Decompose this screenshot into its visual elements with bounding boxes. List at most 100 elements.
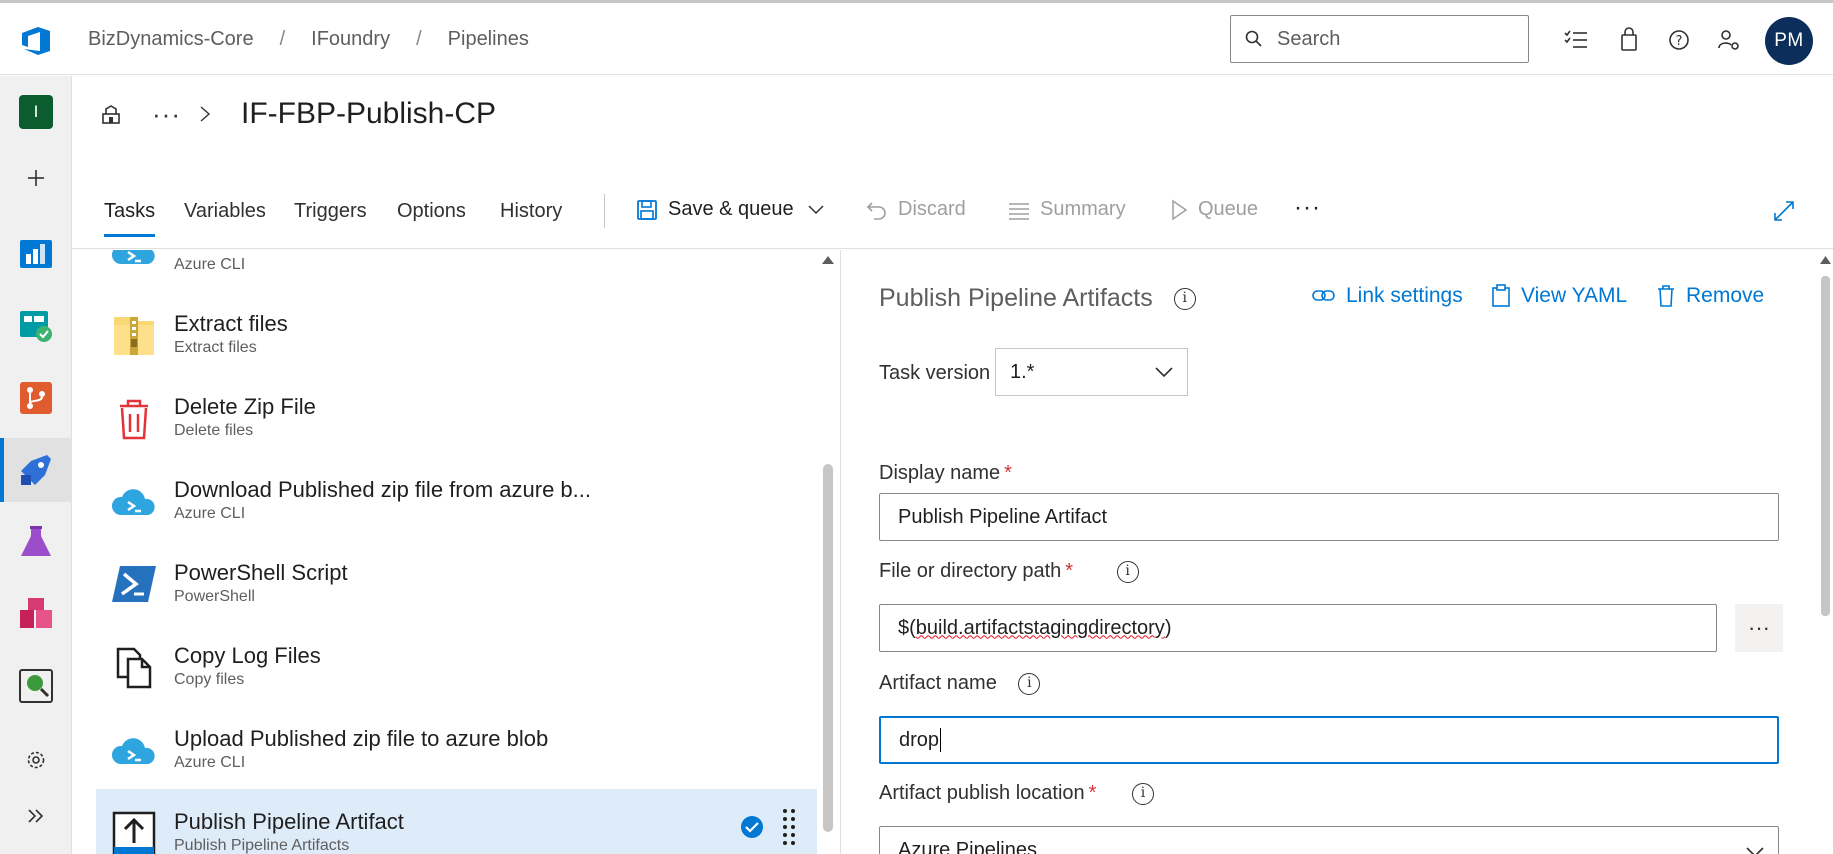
breadcrumb: BizDynamics-Core / IFoundry / Pipelines xyxy=(88,28,529,51)
queue-button[interactable]: Queue xyxy=(1170,198,1258,221)
browse-path-button[interactable]: ··· xyxy=(1735,604,1783,652)
info-icon[interactable]: i xyxy=(1132,782,1155,805)
task-list-scroll-thumb[interactable] xyxy=(823,464,833,832)
tab-tasks[interactable]: Tasks xyxy=(104,200,156,237)
breadcrumb-pipelines[interactable]: Pipelines xyxy=(448,28,529,51)
azure-cli-icon xyxy=(112,250,155,264)
task-item-delete-zip-file[interactable]: Delete Zip File Delete files xyxy=(96,374,817,457)
trash-icon xyxy=(120,399,148,440)
drag-handle-icon[interactable] xyxy=(782,807,796,851)
file-path-body: build.artifactstagingdirectory xyxy=(915,616,1165,639)
artifact-name-input[interactable]: drop xyxy=(879,716,1779,764)
task-item-azure-cli-partial[interactable]: Azure CLI xyxy=(96,250,817,291)
info-icon[interactable]: i xyxy=(1173,288,1196,311)
tab-history[interactable]: History xyxy=(500,200,562,223)
toolbar-more-button[interactable]: ··· xyxy=(1294,194,1321,222)
clipboard-icon xyxy=(1492,284,1510,307)
display-name-label-text: Display name xyxy=(879,462,1001,484)
task-item-powershell-script[interactable]: PowerShell Script PowerShell xyxy=(96,540,817,623)
tab-variables[interactable]: Variables xyxy=(184,200,266,223)
scroll-up-arrow-icon[interactable] xyxy=(1820,256,1831,264)
svg-text:?: ? xyxy=(1676,34,1683,49)
publish-location-label: Artifact publish location * i xyxy=(879,782,1155,805)
task-version-label: Task version xyxy=(879,362,991,384)
rail-repos[interactable] xyxy=(0,366,72,430)
shopping-bag-icon[interactable] xyxy=(1616,27,1642,53)
search-box[interactable]: Search xyxy=(1230,15,1529,63)
task-name: PowerShell Script xyxy=(174,560,348,585)
required-marker: * xyxy=(1088,782,1097,804)
chevron-down-icon[interactable] xyxy=(808,204,824,215)
task-version-select[interactable]: 1.* xyxy=(995,348,1188,396)
tab-options[interactable]: Options xyxy=(397,200,466,223)
avatar[interactable]: PM xyxy=(1765,17,1813,65)
discard-label: Discard xyxy=(898,198,966,220)
task-name: Publish Pipeline Artifact xyxy=(174,809,404,834)
link-settings-button[interactable]: Link settings xyxy=(1312,284,1463,308)
rail-boards[interactable] xyxy=(0,222,72,286)
view-yaml-label: View YAML xyxy=(1521,284,1628,307)
settings-icon xyxy=(27,751,45,769)
info-icon[interactable]: i xyxy=(1018,672,1041,695)
task-item-publish-pipeline-artifact[interactable]: Publish Pipeline Artifact Publish Pipeli… xyxy=(96,789,817,854)
help-icon[interactable]: ? xyxy=(1666,27,1692,53)
file-path-input[interactable]: $(build.artifactstagingdirectory) xyxy=(879,604,1717,652)
details-panel-scrollbar[interactable] xyxy=(1818,252,1833,854)
file-path-prefix: $( xyxy=(898,616,916,639)
breadcrumb-overflow-button[interactable]: ··· xyxy=(152,99,181,130)
rail-expand[interactable] xyxy=(0,784,72,848)
toolbar-bottom-border xyxy=(72,248,1833,249)
details-scroll-thumb[interactable] xyxy=(1821,276,1830,616)
task-name: Download Published zip file from azure b… xyxy=(174,477,591,502)
rail-test-plans[interactable] xyxy=(0,294,72,358)
rail-insights[interactable] xyxy=(0,654,72,718)
task-subtitle: Azure CLI xyxy=(174,505,246,522)
task-item-download-zip[interactable]: Download Published zip file from azure b… xyxy=(96,457,817,540)
summary-button[interactable]: Summary xyxy=(1008,198,1126,221)
breadcrumb-project[interactable]: IFoundry xyxy=(311,28,390,51)
display-name-input[interactable]: Publish Pipeline Artifact xyxy=(879,493,1779,541)
task-subtitle: Extract files xyxy=(174,339,257,356)
task-item-copy-log-files[interactable]: Copy Log Files Copy files xyxy=(96,623,817,706)
task-subtitle: Publish Pipeline Artifacts xyxy=(174,837,350,854)
task-subtitle: Delete files xyxy=(174,422,254,439)
view-yaml-button[interactable]: View YAML xyxy=(1491,284,1627,308)
task-item-extract-files[interactable]: Extract files Extract files xyxy=(96,291,817,374)
info-icon[interactable]: i xyxy=(1116,560,1139,583)
tab-triggers[interactable]: Triggers xyxy=(294,200,367,223)
publish-location-select[interactable]: Azure Pipelines xyxy=(879,826,1779,854)
save-queue-button[interactable]: Save & queue xyxy=(636,198,824,221)
breadcrumb-separator: / xyxy=(279,28,286,50)
task-name: Extract files xyxy=(174,311,288,336)
rail-pipelines[interactable] xyxy=(0,438,72,502)
fullscreen-icon[interactable] xyxy=(1773,200,1795,222)
rail-org-tile[interactable]: I xyxy=(0,80,72,144)
discard-button[interactable]: Discard xyxy=(866,198,966,221)
publish-location-label-text: Artifact publish location xyxy=(879,782,1085,804)
display-name-label: Display name * xyxy=(879,462,1012,485)
top-header: BizDynamics-Core / IFoundry / Pipelines … xyxy=(0,3,1833,75)
publish-artifact-icon xyxy=(112,811,156,854)
task-list-icon[interactable] xyxy=(1563,27,1589,53)
remove-button[interactable]: Remove xyxy=(1656,284,1764,308)
scroll-up-arrow-icon[interactable] xyxy=(822,256,834,264)
zip-icon xyxy=(114,317,154,355)
required-marker: * xyxy=(1004,462,1012,484)
breadcrumb-org[interactable]: BizDynamics-Core xyxy=(88,28,254,51)
azure-devops-logo-icon[interactable] xyxy=(18,23,54,59)
task-subtitle: Azure CLI xyxy=(174,754,246,771)
rail-test[interactable] xyxy=(0,510,72,574)
pipeline-build-icon[interactable] xyxy=(100,103,122,125)
trash-icon xyxy=(1658,285,1674,307)
rail-artifacts[interactable] xyxy=(0,582,72,646)
rail-settings[interactable] xyxy=(0,728,72,792)
user-settings-icon[interactable] xyxy=(1716,27,1742,53)
task-item-upload-zip[interactable]: Upload Published zip file to azure blob … xyxy=(96,706,817,789)
link-icon xyxy=(1312,290,1335,301)
task-list-scrollbar[interactable] xyxy=(818,252,838,854)
azure-cli-icon xyxy=(111,489,155,515)
rail-new[interactable] xyxy=(0,146,72,210)
toolbar-divider xyxy=(604,194,605,228)
editor-toolbar: Tasks Variables Triggers Options History… xyxy=(104,190,1833,240)
test-flask-icon xyxy=(21,526,51,556)
